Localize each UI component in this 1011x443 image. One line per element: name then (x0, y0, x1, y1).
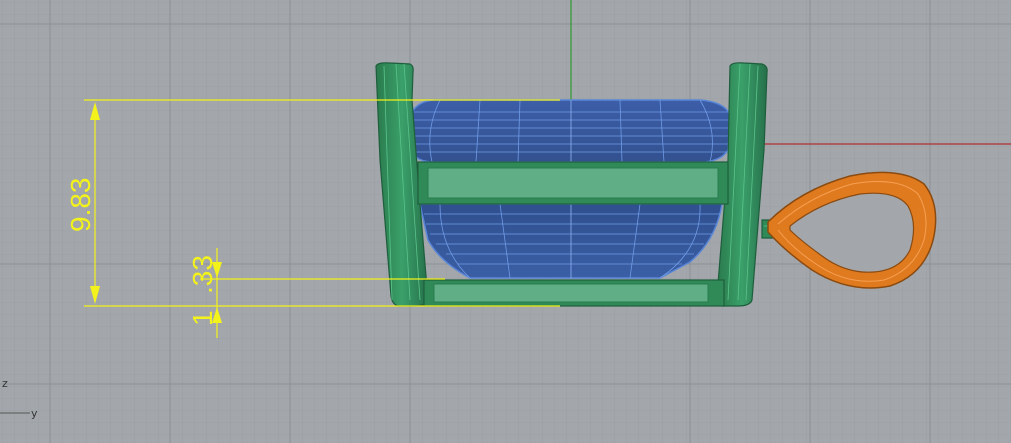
height-dimension-label: 9.83 (65, 178, 96, 233)
axis-widget-y-label: y (31, 407, 38, 420)
offset-dimension-label: .33 (187, 255, 218, 294)
offset-dimension-label-bottom-digit: 1 (187, 310, 218, 326)
axis-widget-z-label: z (2, 377, 8, 390)
rhino-viewport[interactable]: 9.83 .33 1 z y (0, 0, 1011, 443)
